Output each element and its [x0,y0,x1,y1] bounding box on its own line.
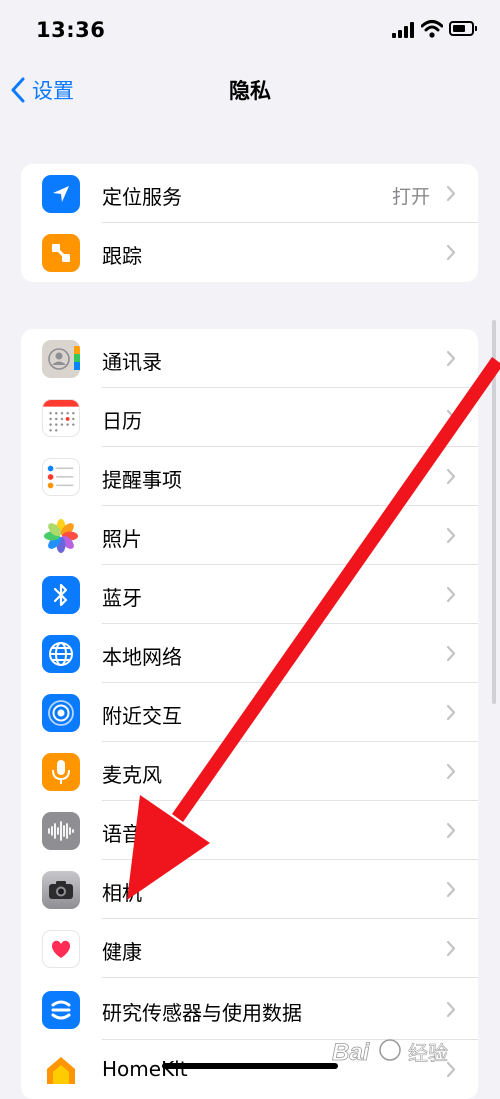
chevron-right-icon [446,763,456,780]
row-bluetooth[interactable]: 蓝牙 [21,565,478,624]
chevron-right-icon [446,468,456,485]
row-camera[interactable]: 相机 [21,860,478,919]
row-speech-recognition[interactable]: 语音 [21,801,478,860]
bluetooth-icon [42,576,80,614]
wifi-icon [421,20,443,38]
row-tracking[interactable]: 跟踪 [21,223,478,282]
row-label: 麦克风 [102,763,162,787]
row-calendar[interactable]: 日历 [21,388,478,447]
page-title: 隐私 [229,79,271,103]
watermark: Bai 经验 [330,1030,480,1074]
nearby-interactions-icon [42,694,80,732]
chevron-right-icon [446,940,456,957]
chevron-right-icon [446,244,456,261]
row-label: 定位服务 [102,185,182,209]
battery-icon [449,21,477,36]
baidu-logo-icon: Bai 经验 [332,1039,449,1067]
row-contacts[interactable]: 通讯录 [21,329,478,388]
location-arrow-icon [42,175,80,213]
chevron-right-icon [446,185,456,202]
cellular-signal-icon [392,22,416,38]
settings-group-location: 定位服务 打开 跟踪 [21,164,478,282]
globe-icon [42,635,80,673]
row-label: 本地网络 [102,645,182,669]
camera-icon [42,871,80,909]
svg-text:Bai: Bai [332,1039,371,1066]
status-time: 13:36 [36,18,106,42]
tracking-icon [42,234,80,272]
row-label: 附近交互 [102,704,182,728]
row-label: 照片 [102,527,142,551]
chevron-right-icon [446,1001,456,1018]
calendar-icon [42,399,80,437]
research-sensor-icon [42,991,80,1029]
row-value: 打开 [391,186,430,208]
row-nearby-interactions[interactable]: 附近交互 [21,683,478,742]
reminders-icon [42,458,80,496]
row-label: 通讯录 [102,350,162,374]
chevron-right-icon [446,704,456,721]
microphone-icon [42,753,80,791]
row-local-network[interactable]: 本地网络 [21,624,478,683]
health-heart-icon [42,930,80,968]
row-label: 提醒事项 [102,468,182,492]
navigation-bar: 设置 隐私 [0,60,500,120]
row-reminders[interactable]: 提醒事项 [21,447,478,506]
chevron-right-icon [446,645,456,662]
contacts-icon [42,340,80,378]
chevron-right-icon [446,586,456,603]
row-label: 研究传感器与使用数据 [102,1001,302,1025]
settings-group-permissions: 通讯录 日历 提醒事项 照片 蓝牙 本地网络 附近交互 麦克风 语音 相机 健康… [21,329,478,1099]
home-indicator[interactable] [162,1063,338,1069]
row-label: 健康 [102,940,142,964]
row-microphone[interactable]: 麦克风 [21,742,478,801]
scrollbar[interactable] [492,320,496,704]
homekit-house-icon [42,1051,80,1089]
chevron-right-icon [446,350,456,367]
speech-waveform-icon [42,812,80,850]
row-label: HomeKit [102,1057,188,1081]
chevron-right-icon [446,527,456,544]
svg-text:经验: 经验 [408,1041,448,1065]
status-bar: 13:36 [0,0,500,60]
row-photos[interactable]: 照片 [21,506,478,565]
row-health[interactable]: 健康 [21,919,478,978]
chevron-right-icon [446,822,456,839]
row-label: 跟踪 [102,244,142,268]
row-location-services[interactable]: 定位服务 打开 [21,164,478,223]
row-label: 日历 [102,409,142,433]
chevron-right-icon [446,409,456,426]
row-label: 蓝牙 [102,586,142,610]
chevron-right-icon [446,881,456,898]
photos-icon [42,517,80,555]
row-label: 相机 [102,881,142,905]
row-label: 语音 [102,822,142,846]
